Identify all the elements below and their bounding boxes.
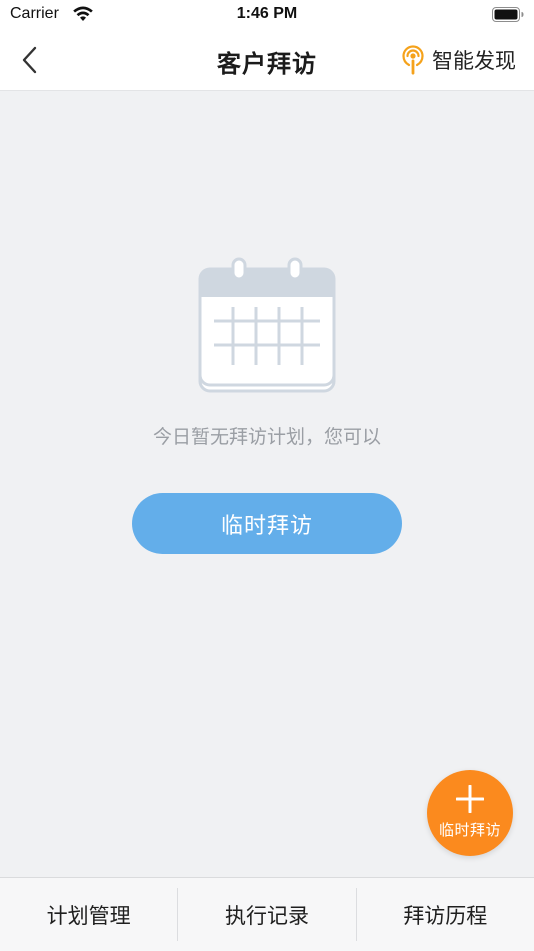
smart-discover-button[interactable]: 智能发现 <box>400 42 516 78</box>
floating-temporary-visit-button[interactable]: 临时拜访 <box>427 770 513 856</box>
navigation-bar: 客户拜访 智能发现 <box>0 30 534 91</box>
tab-execution-records[interactable]: 执行记录 <box>178 878 355 951</box>
battery-icon <box>492 7 524 22</box>
smart-discover-label: 智能发现 <box>432 49 516 73</box>
empty-message: 今日暂无拜访计划，您可以 <box>152 426 381 448</box>
bottom-tab-bar: 计划管理 执行记录 拜访历程 <box>0 877 534 951</box>
tab-plan-management[interactable]: 计划管理 <box>0 878 177 951</box>
temporary-visit-button[interactable]: 临时拜访 <box>132 493 402 554</box>
calendar-icon <box>198 257 336 393</box>
smart-discover-icon <box>402 45 424 75</box>
status-time: 1:46 PM <box>236 5 298 22</box>
tab-visit-history[interactable]: 拜访历程 <box>357 878 534 951</box>
status-bar: Carrier 1:46 PM <box>0 0 534 30</box>
fab-label: 临时拜访 <box>438 821 501 839</box>
empty-state: 今日暂无拜访计划，您可以 临时拜访 <box>0 91 534 877</box>
plus-icon <box>456 785 484 813</box>
